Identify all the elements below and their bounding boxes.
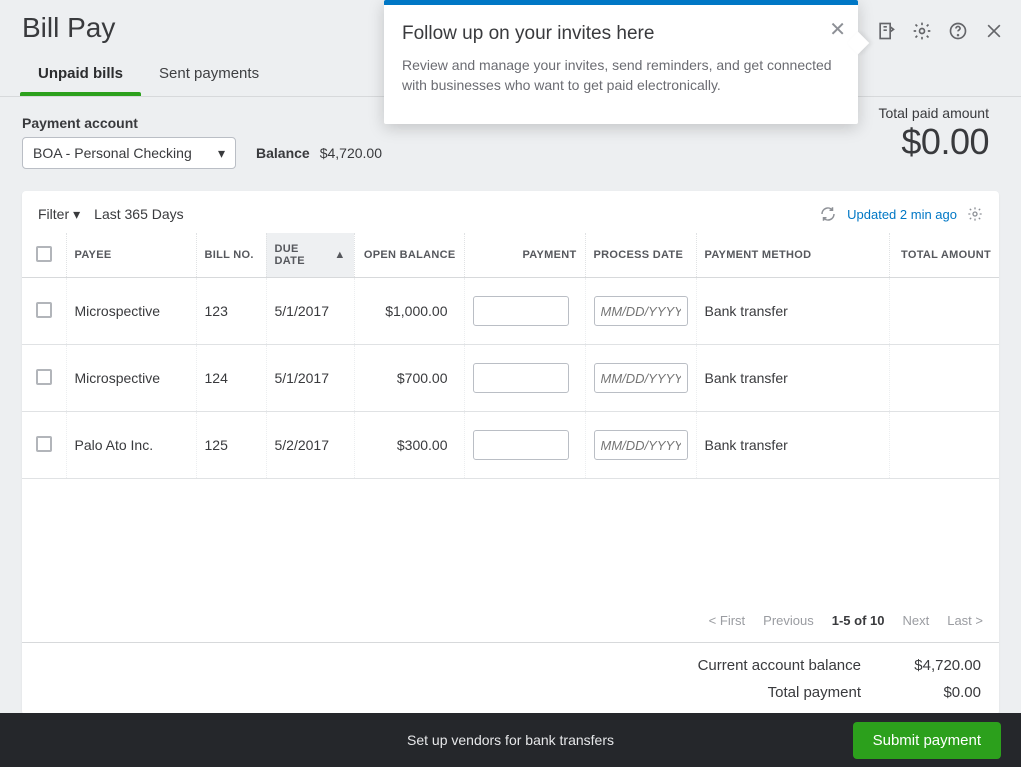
cell-bill-no: 124 bbox=[196, 345, 266, 412]
row-checkbox[interactable] bbox=[36, 369, 52, 385]
cell-bill-no: 125 bbox=[196, 412, 266, 479]
page-last[interactable]: Last > bbox=[947, 613, 983, 628]
cell-payee: Microspective bbox=[66, 278, 196, 345]
col-payee[interactable]: PAYEE bbox=[66, 233, 196, 278]
chevron-down-icon: ▾ bbox=[73, 206, 80, 223]
tabs: Unpaid bills Sent payments bbox=[20, 53, 277, 96]
popup-body: Review and manage your invites, send rem… bbox=[402, 55, 836, 96]
cell-total-amount bbox=[889, 345, 999, 412]
close-icon[interactable] bbox=[983, 20, 1005, 42]
cell-open-balance: $1,000.00 bbox=[354, 278, 464, 345]
pagination: < First Previous 1-5 of 10 Next Last > bbox=[22, 599, 999, 642]
table-settings-gear-icon[interactable] bbox=[967, 206, 983, 222]
current-balance-label: Current account balance bbox=[681, 657, 861, 674]
balance-value: $4,720.00 bbox=[320, 145, 382, 161]
col-due-date[interactable]: DUE DATE▲ bbox=[266, 233, 354, 278]
cell-total-amount bbox=[889, 412, 999, 479]
payment-account-select[interactable]: BOA - Personal Checking ▾ bbox=[22, 137, 236, 169]
page-range: 1-5 of 10 bbox=[832, 613, 885, 628]
row-checkbox[interactable] bbox=[36, 302, 52, 318]
receipt-icon[interactable] bbox=[875, 20, 897, 42]
filter-range: Last 365 Days bbox=[94, 206, 184, 222]
filter-button[interactable]: Filter ▾ bbox=[38, 206, 80, 223]
payment-input[interactable] bbox=[473, 363, 569, 393]
cell-payment-method: Bank transfer bbox=[696, 345, 889, 412]
cell-open-balance: $300.00 bbox=[354, 412, 464, 479]
cell-bill-no: 123 bbox=[196, 278, 266, 345]
col-open-balance[interactable]: OPEN BALANCE bbox=[354, 233, 464, 278]
payment-input[interactable] bbox=[473, 430, 569, 460]
payment-account-label: Payment account bbox=[22, 115, 236, 131]
sort-asc-icon: ▲ bbox=[334, 249, 345, 261]
payment-input[interactable] bbox=[473, 296, 569, 326]
col-payment-method[interactable]: PAYMENT METHOD bbox=[696, 233, 889, 278]
refresh-icon[interactable] bbox=[819, 205, 837, 223]
col-process-date[interactable]: PROCESS DATE bbox=[585, 233, 696, 278]
balance-label: Balance bbox=[256, 145, 310, 161]
tab-sent-payments[interactable]: Sent payments bbox=[141, 53, 277, 96]
col-payment[interactable]: PAYMENT bbox=[464, 233, 585, 278]
table-row: Microspective 124 5/1/2017 $700.00 Bank … bbox=[22, 345, 999, 412]
current-balance-value: $4,720.00 bbox=[901, 657, 981, 674]
cell-payee: Palo Ato Inc. bbox=[66, 412, 196, 479]
tab-unpaid-bills[interactable]: Unpaid bills bbox=[20, 53, 141, 96]
bills-table: PAYEE BILL NO. DUE DATE▲ OPEN BALANCE PA… bbox=[22, 233, 999, 479]
total-paid-label: Total paid amount bbox=[878, 105, 989, 121]
page-title: Bill Pay bbox=[22, 12, 115, 44]
col-bill-no[interactable]: BILL NO. bbox=[196, 233, 266, 278]
updated-timestamp: Updated 2 min ago bbox=[847, 207, 957, 222]
table-row: Palo Ato Inc. 125 5/2/2017 $300.00 Bank … bbox=[22, 412, 999, 479]
cell-open-balance: $700.00 bbox=[354, 345, 464, 412]
invites-popup: ✕ Follow up on your invites here Review … bbox=[384, 0, 858, 124]
cell-due-date: 5/2/2017 bbox=[266, 412, 354, 479]
row-checkbox[interactable] bbox=[36, 436, 52, 452]
submit-payment-button[interactable]: Submit payment bbox=[853, 722, 1001, 759]
total-paid-value: $0.00 bbox=[878, 121, 989, 163]
total-payment-label: Total payment bbox=[681, 684, 861, 701]
popup-close-icon[interactable]: ✕ bbox=[829, 17, 846, 42]
total-payment-value: $0.00 bbox=[901, 684, 981, 701]
cell-due-date: 5/1/2017 bbox=[266, 345, 354, 412]
page-first[interactable]: < First bbox=[709, 613, 745, 628]
footer-bar: Set up vendors for bank transfers Submit… bbox=[0, 713, 1021, 767]
page-previous[interactable]: Previous bbox=[763, 613, 814, 628]
select-all-checkbox[interactable] bbox=[36, 246, 52, 262]
cell-due-date: 5/1/2017 bbox=[266, 278, 354, 345]
table-row: Microspective 123 5/1/2017 $1,000.00 Ban… bbox=[22, 278, 999, 345]
page-next[interactable]: Next bbox=[902, 613, 929, 628]
process-date-input[interactable] bbox=[594, 363, 688, 393]
cell-payment-method: Bank transfer bbox=[696, 412, 889, 479]
chevron-down-icon: ▾ bbox=[218, 145, 225, 162]
process-date-input[interactable] bbox=[594, 430, 688, 460]
help-icon[interactable] bbox=[947, 20, 969, 42]
process-date-input[interactable] bbox=[594, 296, 688, 326]
popup-title: Follow up on your invites here bbox=[402, 23, 836, 45]
setup-vendors-link[interactable]: Set up vendors for bank transfers bbox=[407, 732, 614, 748]
cell-payee: Microspective bbox=[66, 345, 196, 412]
payment-account-value: BOA - Personal Checking bbox=[33, 145, 192, 161]
cell-payment-method: Bank transfer bbox=[696, 278, 889, 345]
cell-total-amount bbox=[889, 278, 999, 345]
col-total-amount[interactable]: TOTAL AMOUNT bbox=[889, 233, 999, 278]
gear-icon[interactable] bbox=[911, 20, 933, 42]
